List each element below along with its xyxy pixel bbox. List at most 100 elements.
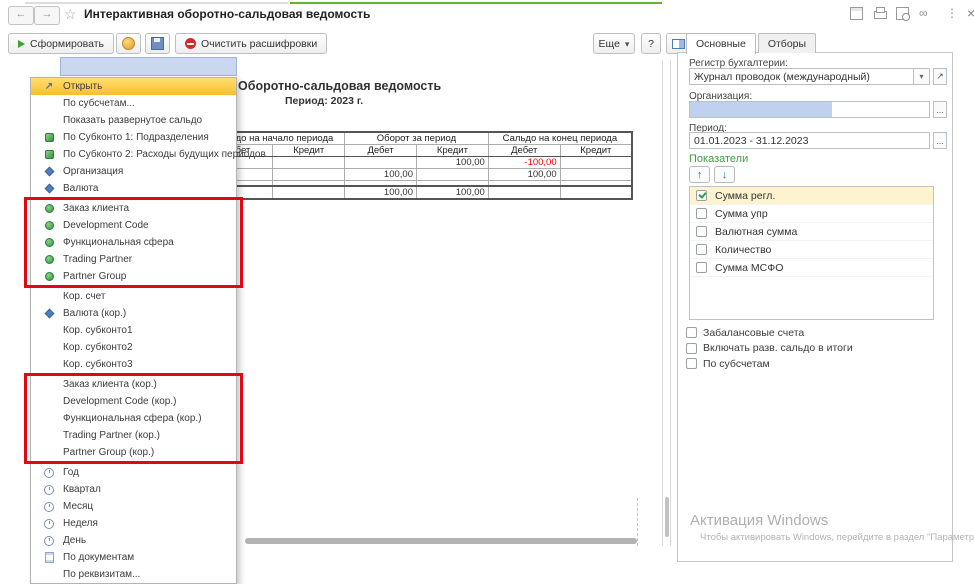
printer-icon[interactable] xyxy=(873,7,886,20)
context-menu-item[interactable]: Заказ клиента (кор.) xyxy=(31,376,236,393)
context-menu-item[interactable]: Development Code xyxy=(31,217,236,234)
context-menu-item[interactable]: Кор. субконто1 xyxy=(31,322,236,339)
context-menu-item[interactable]: Кор. счет xyxy=(31,288,236,305)
tab-main[interactable]: Основные xyxy=(686,33,756,54)
subkonto-green-icon xyxy=(43,132,55,144)
organization-choose-button[interactable]: ... xyxy=(933,101,947,118)
option-row[interactable]: По субсчетам xyxy=(686,356,936,372)
table-totals-row: 100,00100,00 xyxy=(201,186,632,199)
context-menu-item[interactable]: Показать развернутое сальдо xyxy=(31,112,236,129)
checkbox-icon[interactable] xyxy=(696,190,707,201)
close-icon[interactable] xyxy=(965,7,974,20)
indicator-row[interactable]: Сумма регл. xyxy=(690,187,933,205)
generate-button[interactable]: Сформировать xyxy=(8,33,114,54)
context-menu-item[interactable]: Trading Partner xyxy=(31,251,236,268)
link-icon[interactable] xyxy=(919,7,932,20)
menu-item-label: Кор. счет xyxy=(55,291,105,302)
table-cell[interactable]: 100,00 xyxy=(416,157,488,169)
context-menu-item[interactable]: Функциональная сфера xyxy=(31,234,236,251)
back-button[interactable]: ← xyxy=(8,6,34,25)
table-cell[interactable] xyxy=(560,157,632,169)
attr-green-icon xyxy=(43,254,55,266)
context-menu-item[interactable]: Валюта (кор.) xyxy=(31,305,236,322)
move-up-button[interactable]: ↑ xyxy=(689,166,710,183)
context-menu-item[interactable]: Partner Group (кор.) xyxy=(31,444,236,461)
checkbox-icon[interactable] xyxy=(696,208,707,219)
context-menu-item[interactable]: Кор. субконто2 xyxy=(31,339,236,356)
settings-button[interactable] xyxy=(116,33,141,54)
more-button[interactable]: Еще xyxy=(593,33,635,54)
checkbox-icon[interactable] xyxy=(686,358,697,369)
windows-activation-watermark-subtext: Чтобы активировать Windows, перейдите в … xyxy=(700,532,974,543)
context-menu-item[interactable]: По реквизитам... xyxy=(31,566,236,583)
attr-green-icon xyxy=(43,237,55,249)
checkbox-icon[interactable] xyxy=(686,343,697,354)
context-menu-item[interactable]: День xyxy=(31,532,236,549)
context-menu-item[interactable]: По Субконто 2: Расходы будущих периодов xyxy=(31,146,236,163)
context-menu-item[interactable]: Функциональная сфера (кор.) xyxy=(31,410,236,427)
register-combobox[interactable]: Журнал проводок (международный) ▾ xyxy=(689,68,930,85)
menu-item-label: По субсчетам... xyxy=(55,98,135,109)
table-cell[interactable] xyxy=(416,169,488,181)
menu-item-label: Функциональная сфера xyxy=(55,237,174,248)
context-menu-item[interactable]: Организация xyxy=(31,163,236,180)
context-menu-item[interactable]: По субсчетам... xyxy=(31,95,236,112)
table-cell[interactable]: 100,00 xyxy=(345,169,417,181)
context-menu-item[interactable]: По Субконто 1: Подразделения xyxy=(31,129,236,146)
horizontal-scrollbar[interactable] xyxy=(237,537,648,545)
context-menu-item[interactable]: Кор. субконто3 xyxy=(31,356,236,373)
vertical-scrollbar[interactable] xyxy=(662,60,671,546)
register-open-button[interactable]: ↗ xyxy=(933,68,947,85)
clear-decryption-button[interactable]: Очистить расшифровки xyxy=(175,33,327,54)
report-icon[interactable] xyxy=(850,7,863,20)
indicator-row[interactable]: Количество xyxy=(690,241,933,259)
vertical-scrollbar-thumb[interactable] xyxy=(665,497,669,537)
account-input[interactable] xyxy=(60,57,237,76)
save-settings-button[interactable] xyxy=(145,33,170,54)
app-window: { "colors": { "menu_highlight_top": "#ff… xyxy=(0,0,974,571)
context-menu-item[interactable]: Месяц xyxy=(31,498,236,515)
indicator-row[interactable]: Валютная сумма xyxy=(690,223,933,241)
context-menu-item[interactable]: Квартал xyxy=(31,481,236,498)
context-menu-item[interactable]: Partner Group xyxy=(31,268,236,285)
context-menu-item[interactable]: Development Code (кор.) xyxy=(31,393,236,410)
context-menu-item[interactable]: Год xyxy=(31,464,236,481)
context-menu-item[interactable]: Trading Partner (кор.) xyxy=(31,427,236,444)
option-row[interactable]: Включать разв. сальдо в итоги xyxy=(686,341,936,357)
register-value: Журнал проводок (международный) xyxy=(690,71,913,83)
checkbox-icon[interactable] xyxy=(686,327,697,338)
chevron-down-icon[interactable]: ▾ xyxy=(913,69,929,84)
period-input[interactable]: 01.01.2023 - 31.12.2023 xyxy=(689,132,930,149)
period-choose-button[interactable]: ... xyxy=(933,132,947,149)
tab-filters[interactable]: Отборы xyxy=(758,33,816,53)
table-cell[interactable] xyxy=(345,157,417,169)
context-menu-item[interactable]: Заказ клиента xyxy=(31,200,236,217)
help-button-label: ? xyxy=(648,38,654,50)
checkbox-icon[interactable] xyxy=(696,262,707,273)
move-down-button[interactable]: ↓ xyxy=(714,166,735,183)
context-menu-item[interactable]: По документам xyxy=(31,549,236,566)
horizontal-scrollbar-thumb[interactable] xyxy=(245,538,637,544)
blank-icon xyxy=(43,396,55,408)
kebab-menu-icon[interactable] xyxy=(942,7,955,20)
checkbox-icon[interactable] xyxy=(696,226,707,237)
organization-input[interactable] xyxy=(689,101,930,118)
table-cell[interactable] xyxy=(560,169,632,181)
indicator-row[interactable]: Сумма упр xyxy=(690,205,933,223)
option-row[interactable]: Забалансовые счета xyxy=(686,325,936,341)
attr-green-icon xyxy=(43,203,55,215)
checkbox-icon[interactable] xyxy=(696,244,707,255)
indicator-row[interactable]: Сумма МСФО xyxy=(690,259,933,277)
context-menu-item[interactable]: Неделя xyxy=(31,515,236,532)
favorite-star-icon[interactable]: ☆ xyxy=(64,6,77,23)
table-cell[interactable] xyxy=(273,157,345,169)
blank-icon xyxy=(43,115,55,127)
help-button[interactable]: ? xyxy=(641,33,661,54)
context-menu-item[interactable]: Валюта xyxy=(31,180,236,197)
preview-icon[interactable] xyxy=(896,7,909,20)
table-cell[interactable]: 100,00 xyxy=(488,169,560,181)
forward-button[interactable]: → xyxy=(34,6,60,25)
context-menu-item[interactable]: Открыть xyxy=(31,78,236,95)
table-cell[interactable] xyxy=(273,169,345,181)
table-cell[interactable]: -100,00 xyxy=(488,157,560,169)
